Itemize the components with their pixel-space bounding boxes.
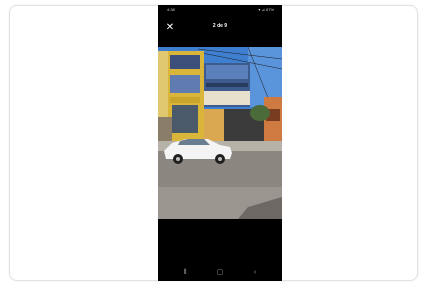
phone-screenshot: 4:38 ▾ ⊿ 67% ✕ 2 de 9 ⦀ ▢ ‹ <box>158 5 282 281</box>
status-icons: ▾ ⊿ 67% <box>258 7 274 12</box>
status-time: 4:38 <box>167 7 175 12</box>
street-photo[interactable] <box>158 47 282 219</box>
back-icon[interactable]: ‹ <box>248 267 262 279</box>
recents-icon[interactable]: ⦀ <box>178 267 192 279</box>
home-icon[interactable]: ▢ <box>213 267 227 279</box>
viewer-header: ✕ 2 de 9 <box>158 16 282 42</box>
status-bar: 4:38 ▾ ⊿ 67% <box>158 5 282 15</box>
image-counter: 2 de 9 <box>212 23 228 29</box>
navigation-bar: ⦀ ▢ ‹ <box>158 265 282 281</box>
